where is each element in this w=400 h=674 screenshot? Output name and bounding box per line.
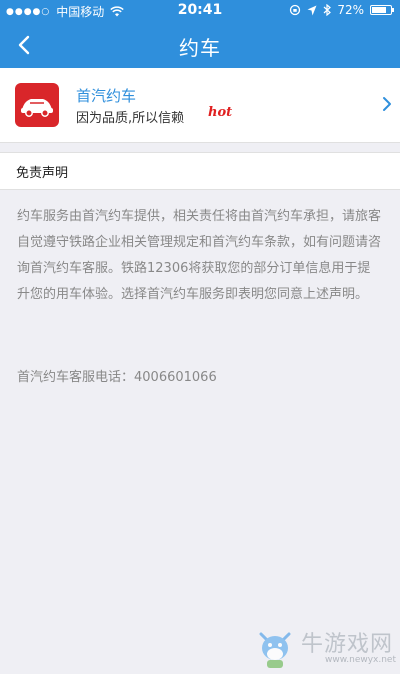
- disclaimer-text: 约车服务由首汽约车提供，相关责任将由首汽约车承担，请旅客自觉遵守铁路企业相关管理…: [17, 209, 382, 302]
- header: ●●●●○ 中国移动 20:41 72% 约车: [0, 0, 400, 68]
- watermark-url: www.newyx.net: [325, 655, 397, 665]
- page-title: 约车: [179, 36, 221, 60]
- app-name: 首汽约车: [76, 87, 137, 105]
- bluetooth-icon: [323, 4, 332, 16]
- app-entry-row[interactable]: 首汽约车 因为品质,所以信赖 hot: [0, 68, 400, 143]
- customer-service-phone: 首汽约车客服电话：4006601066: [17, 370, 217, 385]
- mascot-icon: [259, 632, 291, 668]
- rotation-lock-icon: [290, 4, 301, 16]
- navbar: 约车: [0, 22, 400, 68]
- hot-badge: hot: [208, 105, 233, 120]
- status-bar-right: 72%: [289, 3, 394, 17]
- watermark-text: 牛游戏网: [301, 632, 394, 657]
- status-bar: ●●●●○ 中国移动 20:41 72%: [0, 0, 400, 22]
- watermark: 牛游戏网 www.newyx.net: [255, 624, 400, 674]
- chevron-right-icon: [383, 97, 391, 111]
- battery-percent: 72%: [337, 3, 364, 17]
- location-icon: [307, 5, 317, 15]
- battery-icon: [370, 5, 394, 15]
- app-description: 因为品质,所以信赖: [76, 111, 185, 126]
- app-logo: [15, 83, 59, 127]
- car-icon: [21, 99, 53, 117]
- disclaimer-title: 免责声明: [16, 166, 69, 181]
- disclaimer-header: 免责声明: [0, 152, 400, 190]
